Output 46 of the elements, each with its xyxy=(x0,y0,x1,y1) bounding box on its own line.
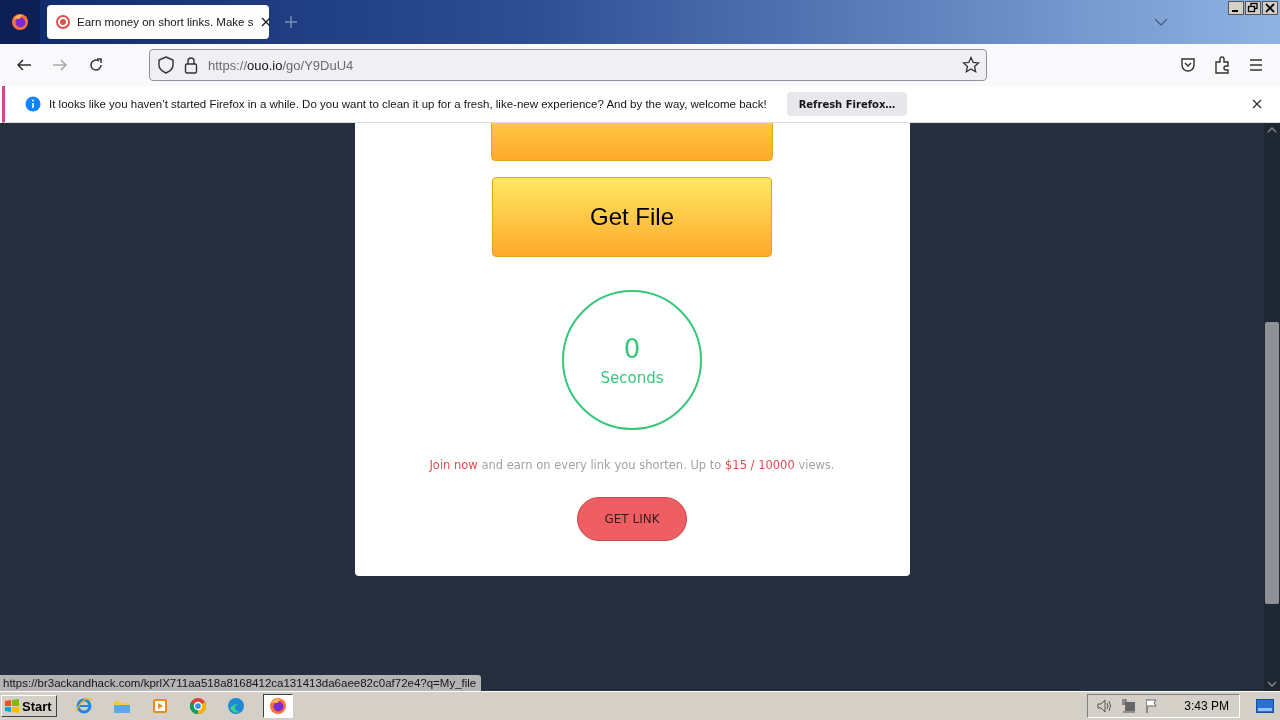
media-player-icon xyxy=(150,697,169,715)
scroll-up-icon[interactable] xyxy=(1267,127,1277,133)
promo-text: Join now and earn on every link you shorten. Up to $15 / 10000 views. xyxy=(429,458,835,472)
close-tab-icon[interactable] xyxy=(260,16,273,28)
shield-icon xyxy=(158,56,174,74)
new-tab-icon[interactable] xyxy=(284,15,298,29)
lock-icon xyxy=(184,56,198,74)
menu-icon[interactable] xyxy=(1248,58,1264,72)
refresh-button[interactable]: Refresh Firefox… xyxy=(786,92,908,116)
url-text: https://ouo.io/go/Y9DuU4 xyxy=(208,57,354,73)
restore-icon[interactable] xyxy=(1245,1,1261,15)
taskbar-app[interactable] xyxy=(262,694,293,718)
info-icon xyxy=(25,96,41,112)
tab-list-icon[interactable] xyxy=(1154,17,1168,27)
countdown-value: 0 xyxy=(623,333,641,365)
bookmark-star-icon[interactable] xyxy=(962,56,980,74)
status-url: https://br3ackandhack.com/kprlX711aa518a8168412ca131413da6aee82c0af72e4?q=My_file xyxy=(0,675,482,691)
get-link-button[interactable]: GET LINK xyxy=(577,497,687,541)
address-bar[interactable]: https://ouo.io/go/Y9DuU4 xyxy=(149,49,987,81)
reload-icon[interactable] xyxy=(87,56,105,74)
browser-logo-icon[interactable] xyxy=(11,13,29,31)
get-file-button[interactable]: Get File xyxy=(492,177,772,257)
notification-message: It looks like you haven’t started Firefox in a while. Do you want to clean it up for a fresh, like-new experience? And by the way, welcome back! xyxy=(49,98,767,110)
close-window-icon[interactable] xyxy=(1262,1,1278,15)
close-icon[interactable] xyxy=(1251,98,1263,110)
scrollbar-thumb[interactable] xyxy=(1265,322,1279,604)
scroll-down-icon[interactable] xyxy=(1267,681,1277,687)
edge-icon xyxy=(226,697,245,715)
chrome-icon xyxy=(188,697,207,715)
windows-logo-icon xyxy=(4,699,20,713)
countdown-unit: Seconds xyxy=(600,369,664,387)
minimize-icon[interactable] xyxy=(1228,1,1244,15)
show-desktop-icon[interactable] xyxy=(1256,699,1274,713)
clock-text: 3:43 PM xyxy=(1184,699,1229,713)
tab-title: Earn money on short links. Make s xyxy=(77,16,254,28)
browser-tab[interactable]: Earn money on short links. Make s xyxy=(47,5,269,39)
extensions-icon[interactable] xyxy=(1214,56,1230,74)
site-favicon-icon xyxy=(56,15,70,29)
network-icon[interactable] xyxy=(1120,698,1137,714)
join-link[interactable]: Join now xyxy=(429,458,478,472)
scrollbar[interactable] xyxy=(1264,123,1280,691)
volume-icon[interactable] xyxy=(1096,698,1113,714)
pocket-icon[interactable] xyxy=(1180,57,1196,73)
browser-icon xyxy=(74,697,93,715)
firefox-icon xyxy=(268,697,287,715)
start-button[interactable]: Start xyxy=(1,695,57,717)
